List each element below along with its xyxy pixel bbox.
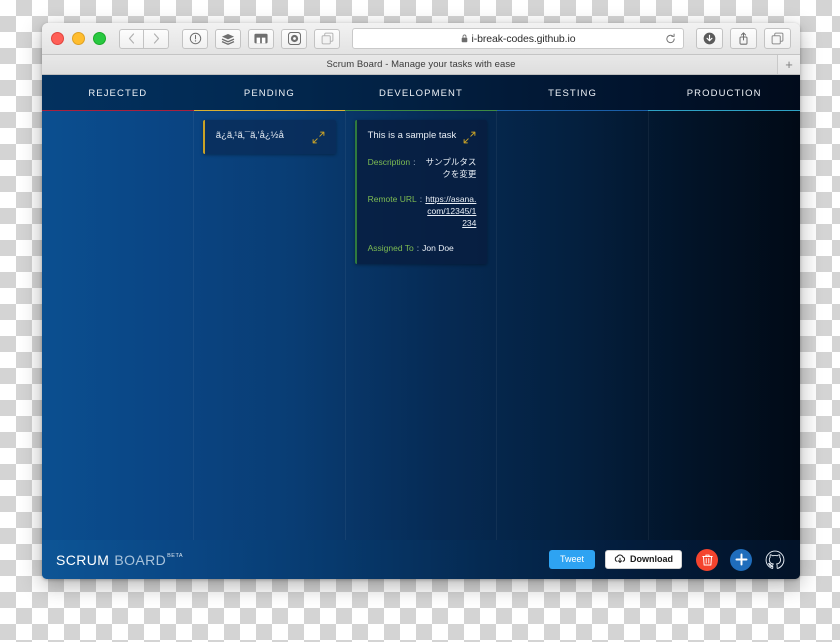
column-body-pending[interactable]: ã¿ã‚¹ã‚¯ã‚’å¿½å (194, 111, 346, 540)
card-field-separator: : (413, 157, 416, 167)
column-header-label: PENDING (243, 87, 295, 99)
column-accent-bar (345, 109, 497, 111)
board-column-headers: REJECTED PENDING DEVELOPMENT TESTING PRODUCT… (42, 75, 800, 111)
column-accent-bar (496, 109, 649, 111)
card-title-row: This is a sample task (368, 130, 477, 144)
card-field: Description: サンプルタスクを変更 (368, 156, 477, 181)
expand-icon[interactable] (463, 131, 476, 144)
card-title: This is a sample task (367, 130, 457, 141)
expand-icon[interactable] (312, 131, 325, 144)
tweet-button[interactable]: Tweet (548, 550, 595, 569)
card-title-row: ã¿ã‚¹ã‚¯ã‚’å¿½å (216, 130, 325, 144)
zoom-window-button[interactable] (93, 32, 106, 45)
back-button[interactable] (119, 28, 144, 49)
column-header-label: PRODUCTION (686, 87, 762, 99)
column-header-label: REJECTED (88, 87, 148, 99)
column-header-development[interactable]: DEVELOPMENT (345, 75, 497, 111)
column-body-rejected[interactable] (42, 111, 194, 540)
column-header-testing[interactable]: TESTING (496, 75, 649, 111)
layers-icon (221, 33, 235, 45)
board-footer: SCRUM BOARD BETA Tweet Download (42, 540, 800, 579)
add-task-button[interactable] (730, 548, 752, 571)
delete-button[interactable] (696, 548, 718, 571)
toolbar-right-group (696, 28, 791, 49)
github-button[interactable] (764, 549, 786, 571)
footer-actions: Tweet Download (548, 548, 786, 571)
tabs-button[interactable] (314, 28, 340, 49)
tab-overview-icon (771, 32, 784, 45)
task-card[interactable]: This is a sample task Description: サンプルタスク… (354, 120, 488, 264)
card-field-label: Assigned To (367, 242, 414, 253)
reader-button[interactable] (182, 28, 208, 49)
sidebar-button[interactable] (248, 28, 274, 49)
forward-icon (153, 33, 159, 44)
lock-icon (461, 34, 468, 43)
card-field-value: サンプルタスクを変更 (425, 157, 477, 180)
reload-icon[interactable] (665, 33, 676, 44)
card-field-separator: : (419, 193, 423, 204)
card-field: Assigned To: Jon Doe (368, 242, 477, 254)
toolbar-icon-group (182, 28, 340, 49)
card-field-link[interactable]: https://asana.com/12345/1234 (425, 193, 476, 230)
column-accent-bar (42, 109, 194, 111)
column-body-testing[interactable] (497, 111, 650, 540)
brand-primary: SCRUM (56, 551, 110, 568)
column-accent-bar (193, 109, 346, 111)
github-icon (765, 550, 785, 569)
column-body-development[interactable]: This is a sample task Description: サンプルタスク… (346, 111, 498, 540)
browser-toolbar: i-break-codes.github.io (42, 23, 800, 55)
card-title: ã¿ã‚¹ã‚¯ã‚’å¿½å (215, 130, 284, 141)
column-header-label: DEVELOPMENT (379, 87, 463, 99)
download-icon (703, 32, 716, 45)
address-bar[interactable]: i-break-codes.github.io (352, 28, 684, 49)
address-text: i-break-codes.github.io (471, 32, 576, 45)
forward-button[interactable] (144, 28, 169, 49)
column-header-rejected[interactable]: REJECTED (42, 75, 194, 111)
column-body-production[interactable] (649, 111, 800, 540)
card-field-label: Remote URL (367, 193, 417, 204)
reader-icon (189, 32, 201, 45)
column-accent-bar (648, 109, 800, 111)
sidebar-icon (254, 33, 268, 44)
card-field: Remote URL: https://asana.com/12345/1234 (368, 193, 477, 230)
column-header-label: TESTING (548, 87, 598, 99)
browser-window: i-break-codes.github.io Scrum Board - Ma… (42, 23, 800, 579)
back-icon (128, 33, 135, 44)
column-header-pending[interactable]: PENDING (193, 75, 346, 111)
trash-icon (701, 554, 713, 566)
navigation-buttons (119, 28, 169, 49)
new-tab-button[interactable]: + (777, 55, 800, 74)
tab-overview-button[interactable] (764, 28, 791, 49)
share-icon (739, 32, 748, 45)
download-button-label: Download (630, 554, 673, 565)
scrum-board-page: REJECTED PENDING DEVELOPMENT TESTING PRODUCT… (42, 75, 800, 579)
record-button[interactable] (281, 28, 307, 49)
card-field-value: Jon Doe (422, 242, 454, 253)
record-icon (287, 32, 301, 45)
brand-logo: SCRUM BOARD BETA (56, 552, 183, 568)
layers-button[interactable] (215, 28, 241, 49)
brand-badge: BETA (167, 552, 184, 559)
card-field-label: Description (367, 157, 411, 167)
downloads-button[interactable] (696, 28, 723, 49)
tabs-icon (321, 32, 333, 45)
column-header-production[interactable]: PRODUCTION (648, 75, 800, 111)
board-columns: ã¿ã‚¹ã‚¯ã‚’å¿½å This is a sample task Desc… (42, 111, 800, 540)
window-controls (51, 32, 106, 45)
tab-bar: Scrum Board - Manage your tasks with eas… (42, 55, 800, 75)
brand-secondary: BOARD (114, 551, 167, 568)
share-button[interactable] (730, 28, 757, 49)
card-field-separator: : (416, 242, 420, 253)
close-window-button[interactable] (51, 32, 64, 45)
download-button[interactable]: Download (605, 549, 682, 570)
plus-icon (735, 553, 747, 566)
minimize-window-button[interactable] (72, 32, 85, 45)
cloud-download-icon (614, 555, 626, 564)
task-card[interactable]: ã¿ã‚¹ã‚¯ã‚’å¿½å (202, 120, 336, 154)
tab-title[interactable]: Scrum Board - Manage your tasks with eas… (327, 59, 516, 70)
